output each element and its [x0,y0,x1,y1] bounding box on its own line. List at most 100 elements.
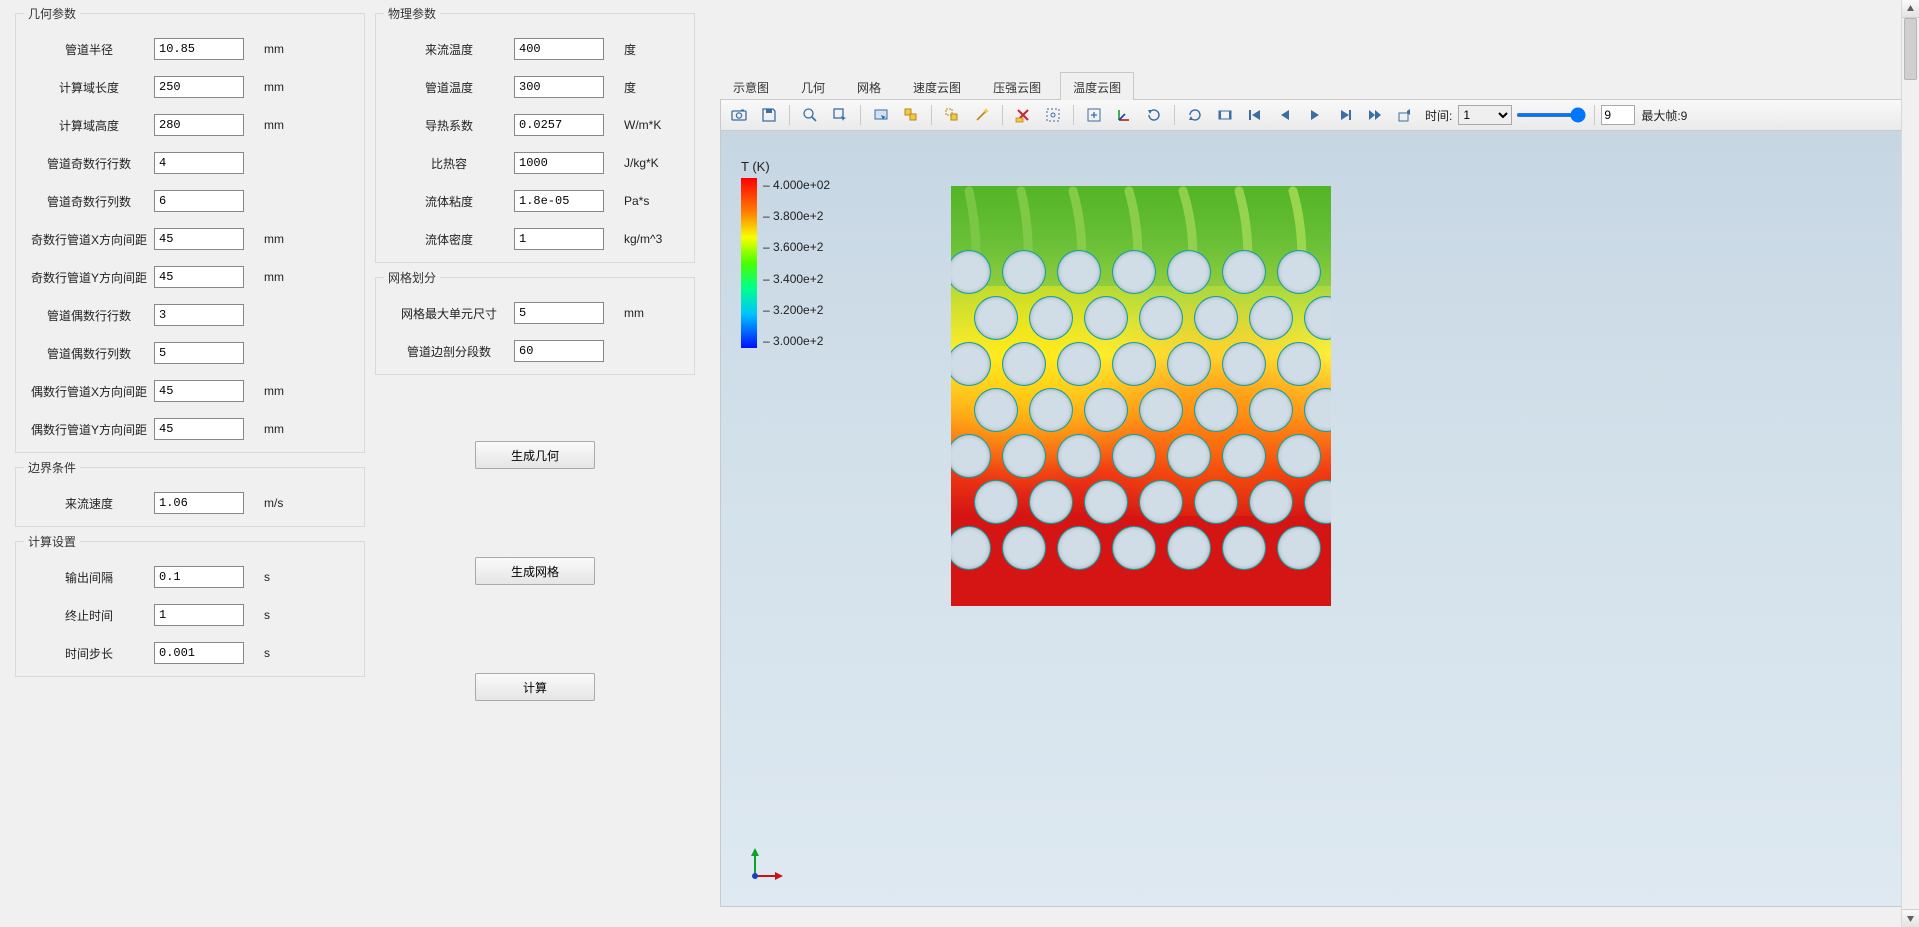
wand-icon[interactable] [968,102,996,128]
tube [1030,297,1072,339]
param-input[interactable] [154,190,244,212]
param-input[interactable] [514,76,604,98]
param-input[interactable] [514,190,604,212]
scroll-up-button[interactable] [1902,0,1919,18]
tube [975,481,1017,523]
param-input[interactable] [154,304,244,326]
delete-selection-icon[interactable] [1009,102,1037,128]
visibility-toggle-icon[interactable] [938,102,966,128]
tube [1140,297,1182,339]
param-input[interactable] [514,152,604,174]
param-label: 偶数行管道Y方向间距 [24,421,154,438]
save-icon[interactable] [755,102,783,128]
scroll-track[interactable] [1902,18,1919,909]
tube [951,527,990,569]
param-input[interactable] [514,114,604,136]
frame-back-icon[interactable] [1271,102,1299,128]
param-row: 偶数行管道X方向间距mm [24,372,356,410]
tube [1058,435,1100,477]
param-row: 计算域高度mm [24,106,356,144]
param-input[interactable] [154,266,244,288]
pan-icon[interactable] [1181,102,1209,128]
param-unit: mm [244,118,284,132]
tab-5[interactable]: 温度云图 [1060,72,1134,100]
contour-scene [951,186,1331,606]
tab-1[interactable]: 几何 [788,72,838,100]
tab-4[interactable]: 压强云图 [980,72,1054,100]
tube [1003,343,1045,385]
vertical-scrollbar[interactable] [1901,0,1919,927]
pick-surface-icon[interactable] [867,102,895,128]
animation-icon[interactable] [1211,102,1239,128]
left-column: 几何参数 管道半径mm计算域长度mm计算域高度mm管道奇数行行数管道奇数行列数奇… [0,0,370,927]
param-label: 来流速度 [24,495,154,512]
tube [1085,389,1127,431]
scroll-down-button[interactable] [1902,909,1919,927]
tube [1195,297,1237,339]
rotate-icon[interactable] [1140,102,1168,128]
legend-title: T (K) [741,159,830,174]
legend-ticks: 4.000e+023.800e+23.600e+23.400e+23.200e+… [757,178,830,348]
generate-mesh-button[interactable]: 生成网格 [475,557,595,585]
tube [1085,297,1127,339]
legend-colorbar [741,178,757,348]
camera-icon[interactable] [725,102,753,128]
visibility-icon[interactable] [897,102,925,128]
tab-0[interactable]: 示意图 [720,72,782,100]
param-input[interactable] [154,492,244,514]
generate-geometry-button[interactable]: 生成几何 [475,441,595,469]
legend-tick: 3.600e+2 [763,240,830,254]
param-row: 来流温度度 [384,30,686,68]
fit-all-icon[interactable] [1080,102,1108,128]
param-input[interactable] [154,114,244,136]
scroll-thumb[interactable] [1904,18,1917,80]
zoom-icon[interactable] [796,102,824,128]
legend-tick: 3.000e+2 [763,334,830,348]
group-solver: 计算设置 输出间隔s终止时间s时间步长s [15,533,365,677]
tube [1250,389,1292,431]
fast-fwd-icon[interactable] [1361,102,1389,128]
param-input[interactable] [514,38,604,60]
param-input[interactable] [154,228,244,250]
param-unit: mm [244,422,284,436]
tab-strip: 示意图几何网格速度云图压强云图温度云图 [720,73,1909,100]
tab-3[interactable]: 速度云图 [900,72,974,100]
param-label: 输出间隔 [24,569,154,586]
frame-fwd-icon[interactable] [1331,102,1359,128]
tube [1030,481,1072,523]
param-input[interactable] [514,228,604,250]
param-input[interactable] [154,604,244,626]
rewind-icon[interactable] [1241,102,1269,128]
pick-box-icon[interactable] [826,102,854,128]
tube [1168,435,1210,477]
param-input[interactable] [154,566,244,588]
export-anim-icon[interactable] [1391,102,1419,128]
param-row: 来流速度m/s [24,484,356,522]
param-row: 管道半径mm [24,30,356,68]
frame-input[interactable] [1601,105,1635,125]
param-input[interactable] [154,380,244,402]
param-input[interactable] [154,342,244,364]
param-input[interactable] [154,642,244,664]
visualization-canvas[interactable]: T (K) 4.000e+023.800e+23.600e+23.400e+23… [720,131,1909,907]
param-label: 流体密度 [384,231,514,248]
tab-2[interactable]: 网格 [844,72,894,100]
param-input[interactable] [154,76,244,98]
time-select[interactable]: 1 [1458,105,1512,125]
visualization-toolbar: 时间:1最大帧:9 [720,100,1909,131]
param-input[interactable] [154,152,244,174]
param-unit: mm [244,384,284,398]
param-input[interactable] [154,38,244,60]
param-input[interactable] [154,418,244,440]
param-unit: mm [244,232,284,246]
play-icon[interactable] [1301,102,1329,128]
param-label: 奇数行管道Y方向间距 [24,269,154,286]
param-input[interactable] [514,302,604,324]
axis-icon[interactable] [1110,102,1138,128]
param-input[interactable] [514,340,604,362]
time-slider[interactable] [1516,113,1586,117]
tube [1003,251,1045,293]
compute-button[interactable]: 计算 [475,673,595,701]
rubber-zoom-icon[interactable] [1039,102,1067,128]
tube [1168,527,1210,569]
